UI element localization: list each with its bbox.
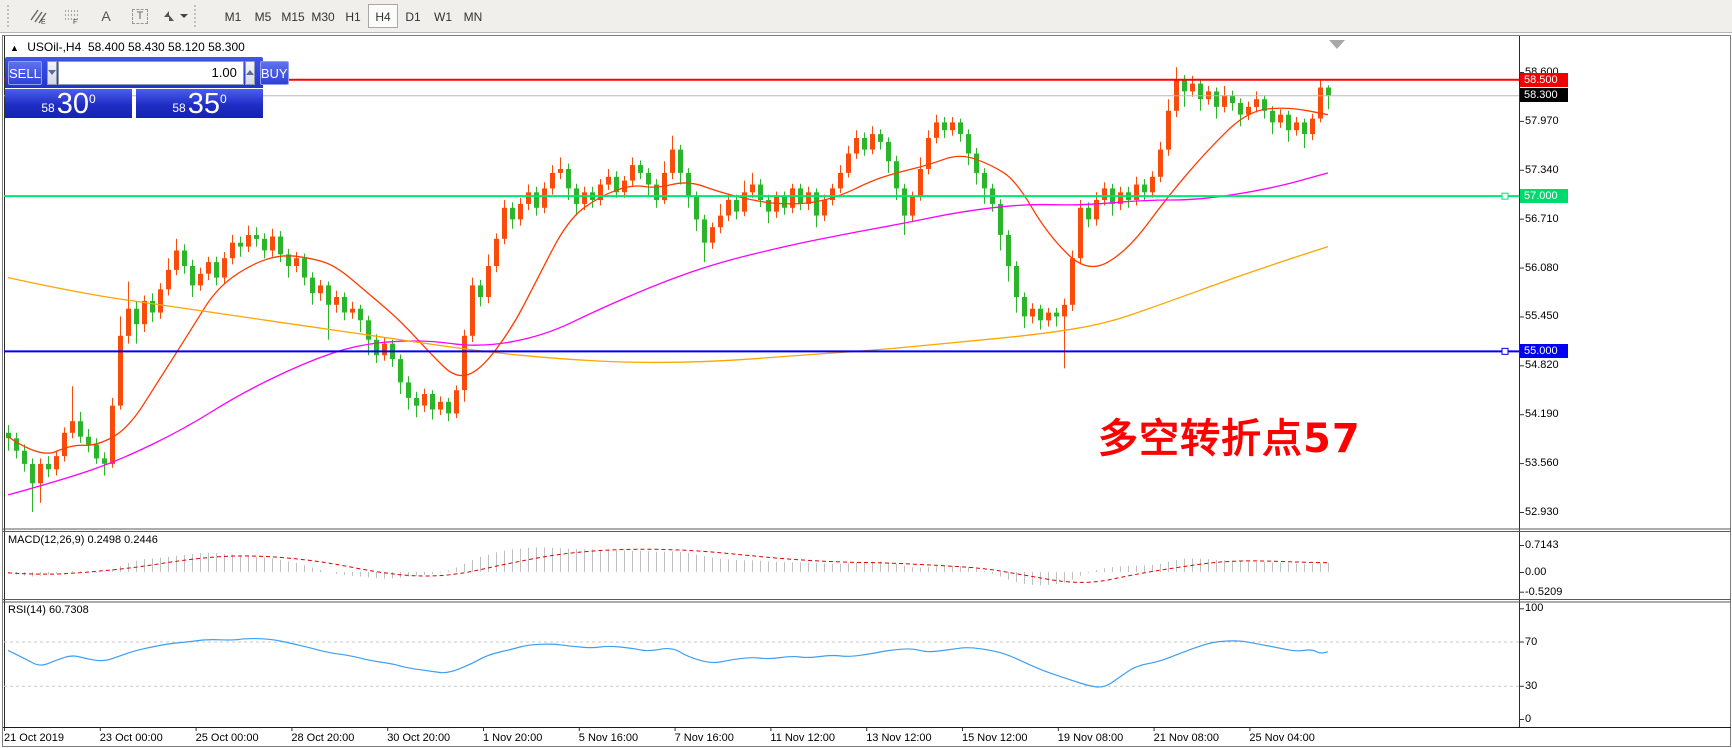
ohlc-high: 58.430 (128, 40, 165, 54)
chart-annotation-text[interactable]: 多空转折点57 (1098, 406, 1361, 464)
mt4-terminal: E F A T M1M5M15M30H1H4D1W1MN ▲ U (0, 0, 1732, 748)
bid-pips: 30 (57, 91, 89, 118)
horizontal-line-55[interactable] (4, 348, 1519, 354)
symbol-label: USOil-,H4 (27, 40, 81, 54)
ohlc-open: 58.400 (88, 40, 125, 54)
axis-ticks (5, 73, 1525, 732)
bid-point: 0 (89, 92, 96, 106)
volume-decrease-button[interactable] (47, 61, 57, 85)
one-click-trading-panel: SELL BUY 58 30 0 58 35 0 (5, 57, 263, 118)
volume-increase-button[interactable] (245, 61, 255, 85)
bid-price[interactable]: 58 30 0 (5, 89, 132, 118)
buy-button[interactable]: BUY (260, 61, 289, 85)
tick-up-icon: ▲ (10, 43, 19, 53)
chart-shift-triangle-icon[interactable] (1329, 40, 1345, 49)
rsi-line (8, 639, 1328, 688)
ohlc-close: 58.300 (208, 40, 245, 54)
rsi-indicator-label: RSI(14) 60.7308 (8, 604, 89, 616)
macd-signal-line (8, 549, 1328, 582)
ask-big-figure: 58 (172, 101, 185, 115)
macd-indicator-label: MACD(12,26,9) 0.2498 0.2446 (8, 534, 158, 546)
macd-histogram (9, 547, 1329, 585)
chart-title: ▲ USOil-,H4 58.400 58.430 58.120 58.300 (10, 40, 245, 54)
sell-button[interactable]: SELL (8, 61, 42, 85)
ask-price[interactable]: 58 35 0 (136, 89, 263, 118)
ask-point: 0 (220, 92, 227, 106)
spinner-up-icon (246, 70, 254, 75)
bid-big-figure: 58 (41, 101, 54, 115)
ask-pips: 35 (188, 91, 220, 118)
spinner-down-icon (48, 70, 56, 75)
volume-input[interactable] (58, 61, 244, 85)
ohlc-low: 58.120 (168, 40, 205, 54)
